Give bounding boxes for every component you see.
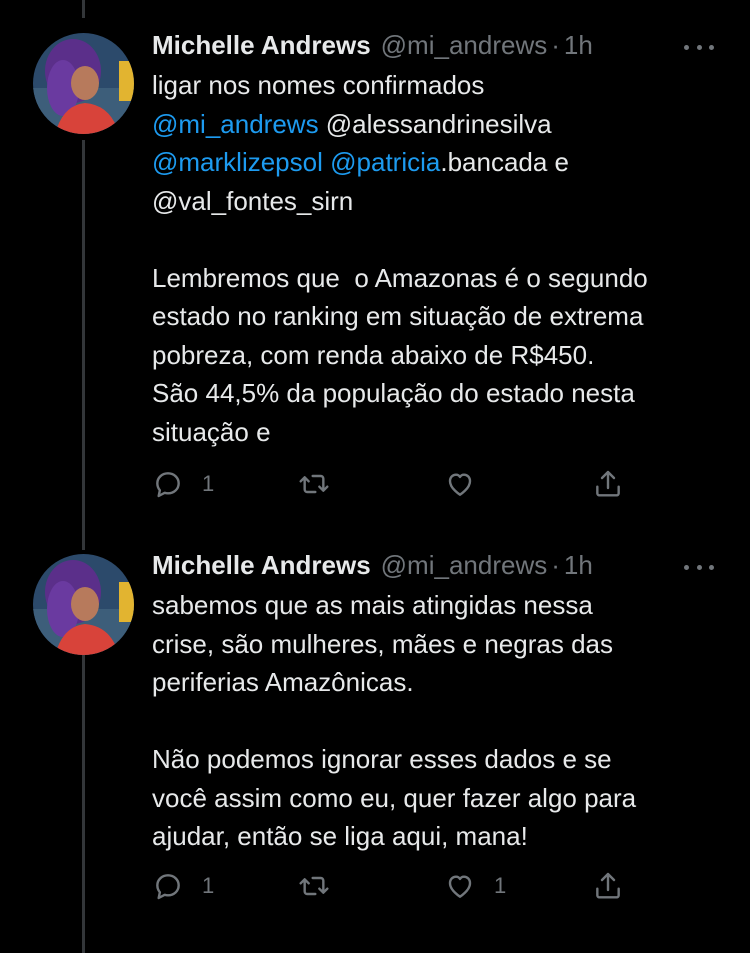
tweet-text-line: sabemos que as mais atingidas nessa [152, 586, 742, 625]
retweet-icon [299, 474, 329, 494]
tweet-text-line: Lembremos que o Amazonas é o segundo [152, 259, 742, 298]
tweet-time[interactable]: 1h [564, 30, 593, 61]
share-icon [596, 872, 620, 899]
text-segment: você assim como eu, quer fazer algo para [152, 782, 637, 813]
text-segment: Não podemos ignorar esses dados e se [152, 744, 612, 774]
tweet-text-line: estado no ranking em situação de extrema [152, 297, 742, 336]
tweet-text-line: @mi_andrews @alessandrinesilva [152, 105, 742, 144]
share-button[interactable] [592, 464, 624, 504]
text-segment: .bancada e [440, 147, 570, 177]
reply-button[interactable]: 1 [152, 866, 214, 906]
mention-link[interactable]: @patricia [330, 147, 440, 177]
retweet-button[interactable] [298, 464, 348, 504]
text-segment: @val_fontes_sirn [152, 185, 354, 216]
text-segment: ajudar, então se liga aqui, mana! [152, 821, 528, 851]
tweet-text-line: Não podemos ignorar esses dados e se [152, 740, 742, 779]
separator: · [551, 30, 560, 60]
tweet-text: sabemos que as mais atingidas nessa crise… [152, 586, 742, 856]
retweet-icon [299, 876, 329, 896]
reply-icon [156, 472, 180, 498]
like-button[interactable] [444, 464, 494, 504]
tweet-text-line: pobreza, com renda abaixo de R$450. [152, 336, 742, 375]
like-count: 1 [494, 873, 507, 898]
text-segment: ligar nos nomes confirmados [152, 70, 485, 100]
text-segment: Lembremos que o Amazonas é o segundo [152, 262, 648, 293]
author-name[interactable]: Michelle Andrews [152, 30, 371, 61]
mention-link[interactable]: @marklizepsol [152, 147, 323, 177]
tweet-text-line: @val_fontes_sirn [152, 182, 742, 221]
separator: · [551, 550, 560, 580]
text-segment: situação e [152, 416, 271, 447]
tweet-text-line: periferias Amazônicas. [152, 663, 742, 702]
share-icon [596, 470, 620, 497]
more-options-icon[interactable] [684, 42, 714, 52]
tweet-text-line: crise, são mulheres, mães e negras das [152, 625, 742, 664]
text-segment: São 44,5% da população do estado nesta [152, 378, 635, 408]
tweet-text-line: você assim como eu, quer fazer algo para [152, 779, 742, 818]
tweet-text-line [152, 220, 742, 259]
tweet-time[interactable]: 1h [564, 550, 593, 581]
retweet-button[interactable] [298, 866, 348, 906]
reply-icon [156, 874, 180, 900]
text-segment: @alessandrinesilva [318, 108, 552, 139]
author-handle[interactable]: @mi_andrews [381, 550, 548, 581]
mention-link[interactable]: @mi_andrews [152, 109, 319, 139]
author-name[interactable]: Michelle Andrews [152, 550, 371, 581]
heart-icon [448, 473, 472, 496]
text-segment: estado no ranking em situação de extrema [152, 301, 644, 331]
like-button[interactable]: 1 [444, 866, 506, 906]
author-handle[interactable]: @mi_andrews [381, 30, 548, 61]
share-button[interactable] [592, 866, 624, 906]
reply-count: 1 [202, 873, 215, 898]
tweet[interactable]: Michelle Andrews @mi_andrews · 1h ligar … [0, 0, 750, 540]
reply-count: 1 [202, 471, 215, 496]
heart-icon [448, 875, 472, 898]
more-options-icon[interactable] [684, 562, 714, 572]
tweet-header: Michelle Andrews @mi_andrews · 1h [152, 550, 593, 582]
text-segment: periferias Amazônicas. [152, 667, 414, 697]
tweet-text-line: situação e [152, 413, 742, 452]
reply-button[interactable]: 1 [152, 464, 214, 504]
tweet-text: ligar nos nomes confirmados @mi_andrews @… [152, 66, 742, 451]
tweet-text-line: ligar nos nomes confirmados [152, 66, 742, 105]
text-segment: crise, são mulheres, mães e negras das [152, 628, 613, 659]
tweet-header: Michelle Andrews @mi_andrews · 1h [152, 30, 593, 62]
avatar[interactable] [33, 554, 134, 655]
text-segment: sabemos que as mais atingidas nessa [152, 590, 593, 620]
tweet[interactable]: Michelle Andrews @mi_andrews · 1h sabemo… [0, 520, 750, 953]
tweet-text-line: São 44,5% da população do estado nesta [152, 374, 742, 413]
avatar[interactable] [33, 33, 134, 134]
tweet-text-line [152, 702, 742, 741]
tweet-text-line: ajudar, então se liga aqui, mana! [152, 817, 742, 856]
text-segment: pobreza, com renda abaixo de R$450. [152, 339, 595, 370]
tweet-text-line: @marklizepsol @patricia.bancada e [152, 143, 742, 182]
